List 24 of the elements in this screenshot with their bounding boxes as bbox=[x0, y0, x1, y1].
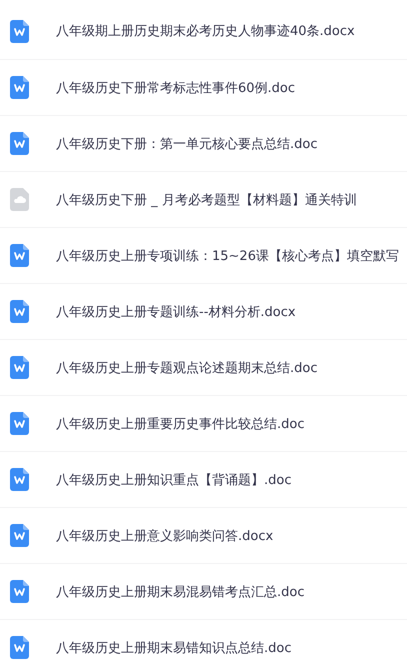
file-name[interactable]: 八年级历史下册 _ 月考必考题型【材料题】通关特训 bbox=[56, 190, 357, 208]
file-name[interactable]: 八年级历史上册意义影响类问答.docx bbox=[56, 526, 274, 544]
file-name[interactable]: 八年级历史上册专题观点论述题期末总结.doc bbox=[56, 358, 318, 376]
file-name[interactable]: 八年级历史上册期末易混易错考点汇总.doc bbox=[56, 582, 304, 600]
word-document-icon bbox=[10, 76, 29, 99]
word-document-icon bbox=[10, 244, 29, 267]
file-name[interactable]: 八年级历史上册期末易错知识点总结.doc bbox=[56, 638, 292, 656]
file-name[interactable]: 八年级期上册历史期末必考历史人物事迹40条.docx bbox=[56, 22, 355, 40]
cloud-file-icon bbox=[10, 188, 29, 211]
file-name[interactable]: 八年级历史下册：第一单元核心要点总结.doc bbox=[56, 134, 318, 152]
file-name[interactable]: 八年级历史上册专题训练--材料分析.docx bbox=[56, 302, 296, 320]
word-document-icon bbox=[10, 300, 29, 323]
word-document-icon bbox=[10, 132, 29, 155]
file-name[interactable]: 八年级历史上册重要历史事件比较总结.doc bbox=[56, 414, 304, 432]
file-name[interactable]: 八年级历史上册专项训练：15~26课【核心考点】填空默写 bbox=[56, 246, 399, 264]
word-document-icon bbox=[10, 356, 29, 379]
file-name[interactable]: 八年级历史下册常考标志性事件60例.doc bbox=[56, 78, 296, 96]
word-document-icon bbox=[10, 524, 29, 547]
file-name[interactable]: 八年级历史上册知识重点【背诵题】.doc bbox=[56, 470, 292, 488]
word-document-icon bbox=[10, 468, 29, 491]
word-document-icon bbox=[10, 580, 29, 603]
word-document-icon bbox=[10, 636, 29, 659]
word-document-icon bbox=[10, 20, 29, 42]
word-document-icon bbox=[10, 412, 29, 435]
